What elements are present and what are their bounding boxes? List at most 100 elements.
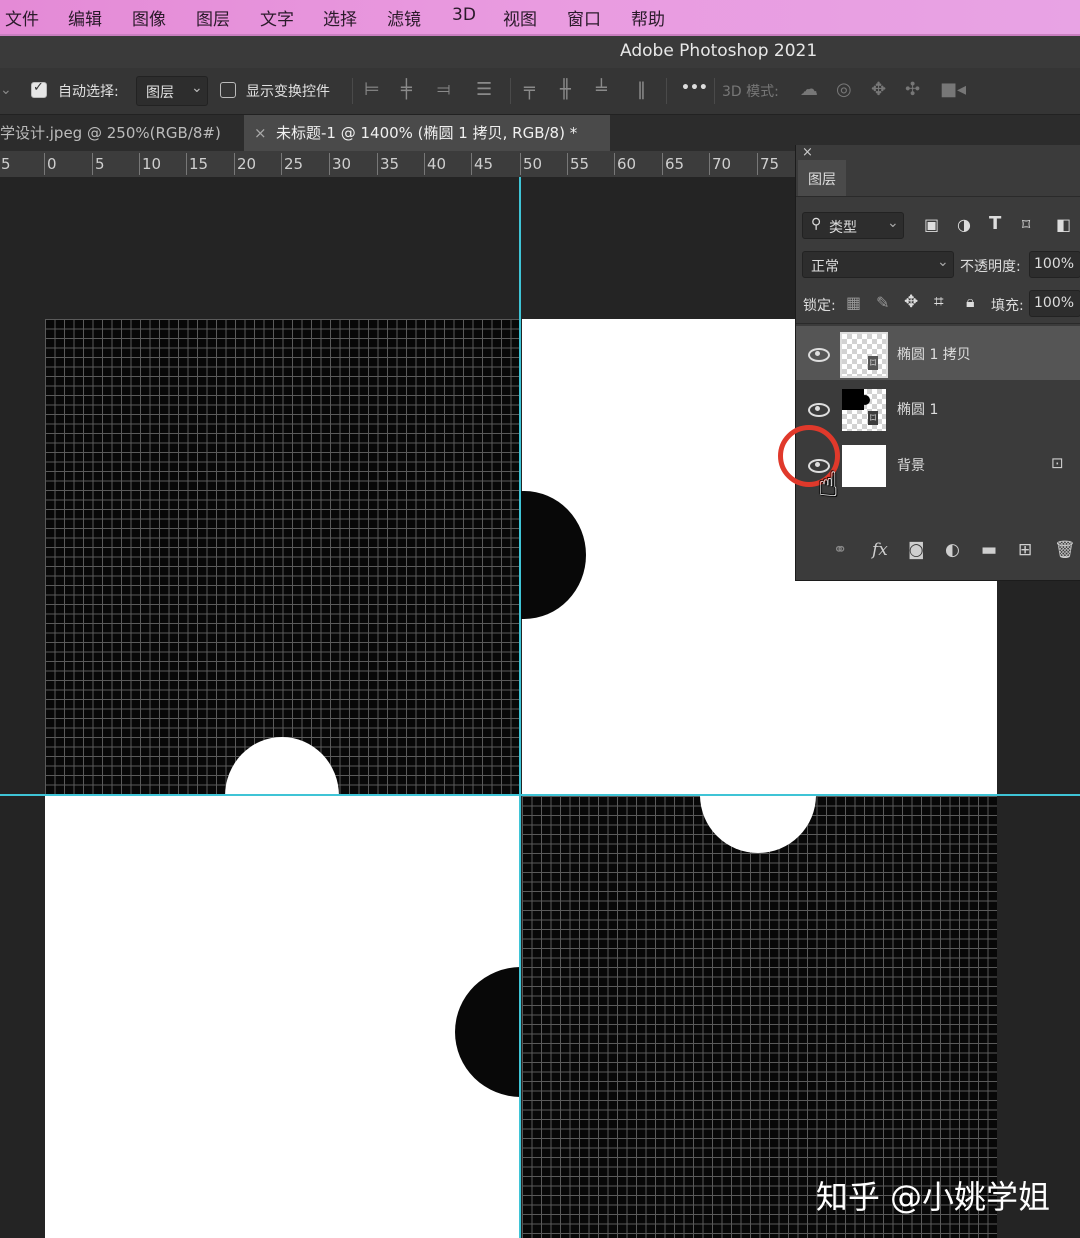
align-right-icon[interactable]: ⫤: [437, 80, 451, 100]
menu-layer[interactable]: 图层: [196, 5, 230, 30]
blend-mode-value: 正常: [811, 259, 839, 275]
show-transform-checkbox[interactable]: [220, 82, 236, 98]
lock-all-icon[interactable]: 🔒︎: [966, 292, 975, 312]
tab-document-1[interactable]: 学设计.jpeg @ 250%(RGB/8#): [0, 115, 240, 151]
link-layers-icon[interactable]: ⚭: [833, 540, 847, 560]
smart-object-filter-icon[interactable]: ◧: [1056, 215, 1071, 234]
ruler-tick-mark: [567, 153, 568, 175]
menu-image[interactable]: 图像: [132, 5, 166, 30]
3d-pan-icon[interactable]: ✥: [871, 80, 886, 100]
ruler-tick-mark: [329, 153, 330, 175]
ruler-tick: 30: [332, 155, 352, 173]
adjustment-layer-icon[interactable]: ◐: [945, 540, 960, 560]
folder-icon[interactable]: ▬: [981, 540, 997, 560]
trash-icon[interactable]: 🗑︎: [1054, 540, 1076, 560]
layer-name: 背景: [897, 458, 925, 474]
fill-input[interactable]: 100%: [1029, 290, 1080, 317]
lock-transparency-icon[interactable]: ▦: [846, 293, 861, 312]
menu-edit[interactable]: 编辑: [68, 5, 102, 30]
vertical-guide[interactable]: [519, 177, 521, 1238]
distribute-horizontal-icon[interactable]: ‖: [637, 80, 646, 100]
adjustment-filter-icon[interactable]: ◑: [957, 215, 971, 234]
panel-tab[interactable]: 图层: [798, 160, 846, 196]
ruler-tick: 35: [380, 155, 400, 173]
title-bar: Adobe Photoshop 2021: [0, 36, 1080, 68]
menu-3d[interactable]: 3D: [452, 5, 476, 25]
layer-row-ellipse-1[interactable]: ⌑ 椭圆 1: [796, 381, 1080, 435]
blend-mode-dropdown[interactable]: 正常 ⌄: [802, 251, 954, 278]
add-mask-icon[interactable]: ◙: [908, 540, 925, 560]
auto-select-dropdown[interactable]: 图层 ⌄: [136, 76, 208, 106]
layer-row-ellipse-1-copy[interactable]: ⌑ 椭圆 1 拷贝: [796, 326, 1080, 380]
auto-select-value: 图层: [146, 85, 174, 101]
chevron-down-icon: ⌄: [887, 215, 899, 231]
chevron-down-icon[interactable]: ⌄: [0, 80, 12, 100]
ruler-tick-mark: [186, 153, 187, 175]
ruler-tick: 25: [284, 155, 304, 173]
3d-roll-icon[interactable]: ◎: [836, 80, 852, 100]
shape-layer-icon: ⌑: [868, 411, 879, 425]
options-bar: ⌄ 自动选择: 图层 ⌄ 显示变换控件 ⊨ ╪ ⫤ ☰ ╤ ╫ ╧ ‖ ••• …: [0, 68, 1080, 115]
panel-close-button[interactable]: ×: [802, 145, 813, 160]
align-left-icon[interactable]: ⊨: [364, 80, 380, 100]
divider: [796, 323, 1080, 324]
distribute-vertical-icon[interactable]: ☰: [476, 80, 492, 100]
divider: [796, 196, 1080, 197]
layer-filter-dropdown[interactable]: ⚲ 类型 ⌄: [802, 212, 904, 239]
menu-help[interactable]: 帮助: [631, 5, 665, 30]
align-hcenter-icon[interactable]: ╪: [401, 80, 412, 100]
ruler-tick-mark: [471, 153, 472, 175]
menu-file[interactable]: 文件: [5, 5, 39, 30]
menu-filter[interactable]: 滤镜: [387, 5, 421, 30]
visibility-eye-icon[interactable]: [808, 348, 830, 362]
image-filter-icon[interactable]: ▣: [924, 215, 939, 234]
ruler-tick-mark: [234, 153, 235, 175]
ruler-tick: 15: [189, 155, 209, 173]
divider: [666, 78, 667, 104]
shape-filter-icon[interactable]: ⌑: [1022, 215, 1030, 234]
align-top-icon[interactable]: ╤: [524, 80, 535, 100]
ruler-tick: 70: [712, 155, 732, 173]
lock-artboard-icon[interactable]: ⌗: [934, 292, 944, 312]
opacity-value: 100%: [1034, 256, 1075, 272]
layer-thumbnail: [842, 389, 886, 431]
divider: [714, 78, 715, 104]
menu-view[interactable]: 视图: [503, 5, 537, 30]
3d-camera-icon[interactable]: ■◂: [940, 80, 966, 100]
layer-name: 椭圆 1 拷贝: [897, 347, 971, 363]
auto-select-checkbox[interactable]: [31, 80, 47, 98]
horizontal-ruler[interactable]: 5 0 5 10 15 20 25 30 35 40 45 50 55 60 6…: [0, 151, 795, 178]
ruler-tick: 45: [474, 155, 494, 173]
3d-orbit-icon[interactable]: ☁: [800, 80, 818, 100]
type-filter-icon[interactable]: T: [989, 213, 1001, 234]
ruler-tick: 75: [760, 155, 780, 173]
auto-select-label: 自动选择:: [58, 84, 119, 100]
menu-select[interactable]: 选择: [323, 5, 357, 30]
fx-icon[interactable]: fx: [872, 540, 888, 560]
more-options-button[interactable]: •••: [681, 80, 708, 96]
ruler-tick-mark: [757, 153, 758, 175]
layer-thumbnail: [842, 445, 886, 487]
opacity-input[interactable]: 100%: [1029, 251, 1080, 278]
lock-pixels-brush-icon[interactable]: ✎: [876, 293, 889, 312]
3d-slide-icon[interactable]: ✣: [905, 80, 920, 100]
close-icon[interactable]: ×: [254, 115, 267, 151]
menu-type[interactable]: 文字: [260, 5, 294, 30]
layer-thumbnail: [840, 332, 888, 378]
align-vcenter-icon[interactable]: ╫: [560, 80, 571, 100]
ruler-tick-mark: [44, 153, 45, 175]
visibility-eye-icon[interactable]: [808, 403, 830, 417]
divider: [510, 78, 511, 104]
window-title: Adobe Photoshop 2021: [620, 41, 818, 61]
lock-icon: ⊡: [1051, 454, 1064, 472]
horizontal-guide[interactable]: [0, 794, 1080, 796]
ruler-tick-mark: [139, 153, 140, 175]
menu-window[interactable]: 窗口: [567, 5, 601, 30]
tab-label: 学设计.jpeg @ 250%(RGB/8#): [0, 124, 221, 142]
lock-position-icon[interactable]: ✥: [904, 292, 918, 312]
ruler-tick-mark: [92, 153, 93, 175]
new-layer-icon[interactable]: ⊞: [1018, 540, 1032, 560]
layers-panel: × 图层 ⚲ 类型 ⌄ ▣ ◑ T ⌑ ◧ 正常 ⌄ 不透明度: 100% 锁定…: [778, 145, 1080, 581]
align-bottom-icon[interactable]: ╧: [596, 80, 607, 100]
tab-document-2[interactable]: × 未标题-1 @ 1400% (椭圆 1 拷贝, RGB/8) *: [244, 115, 610, 151]
